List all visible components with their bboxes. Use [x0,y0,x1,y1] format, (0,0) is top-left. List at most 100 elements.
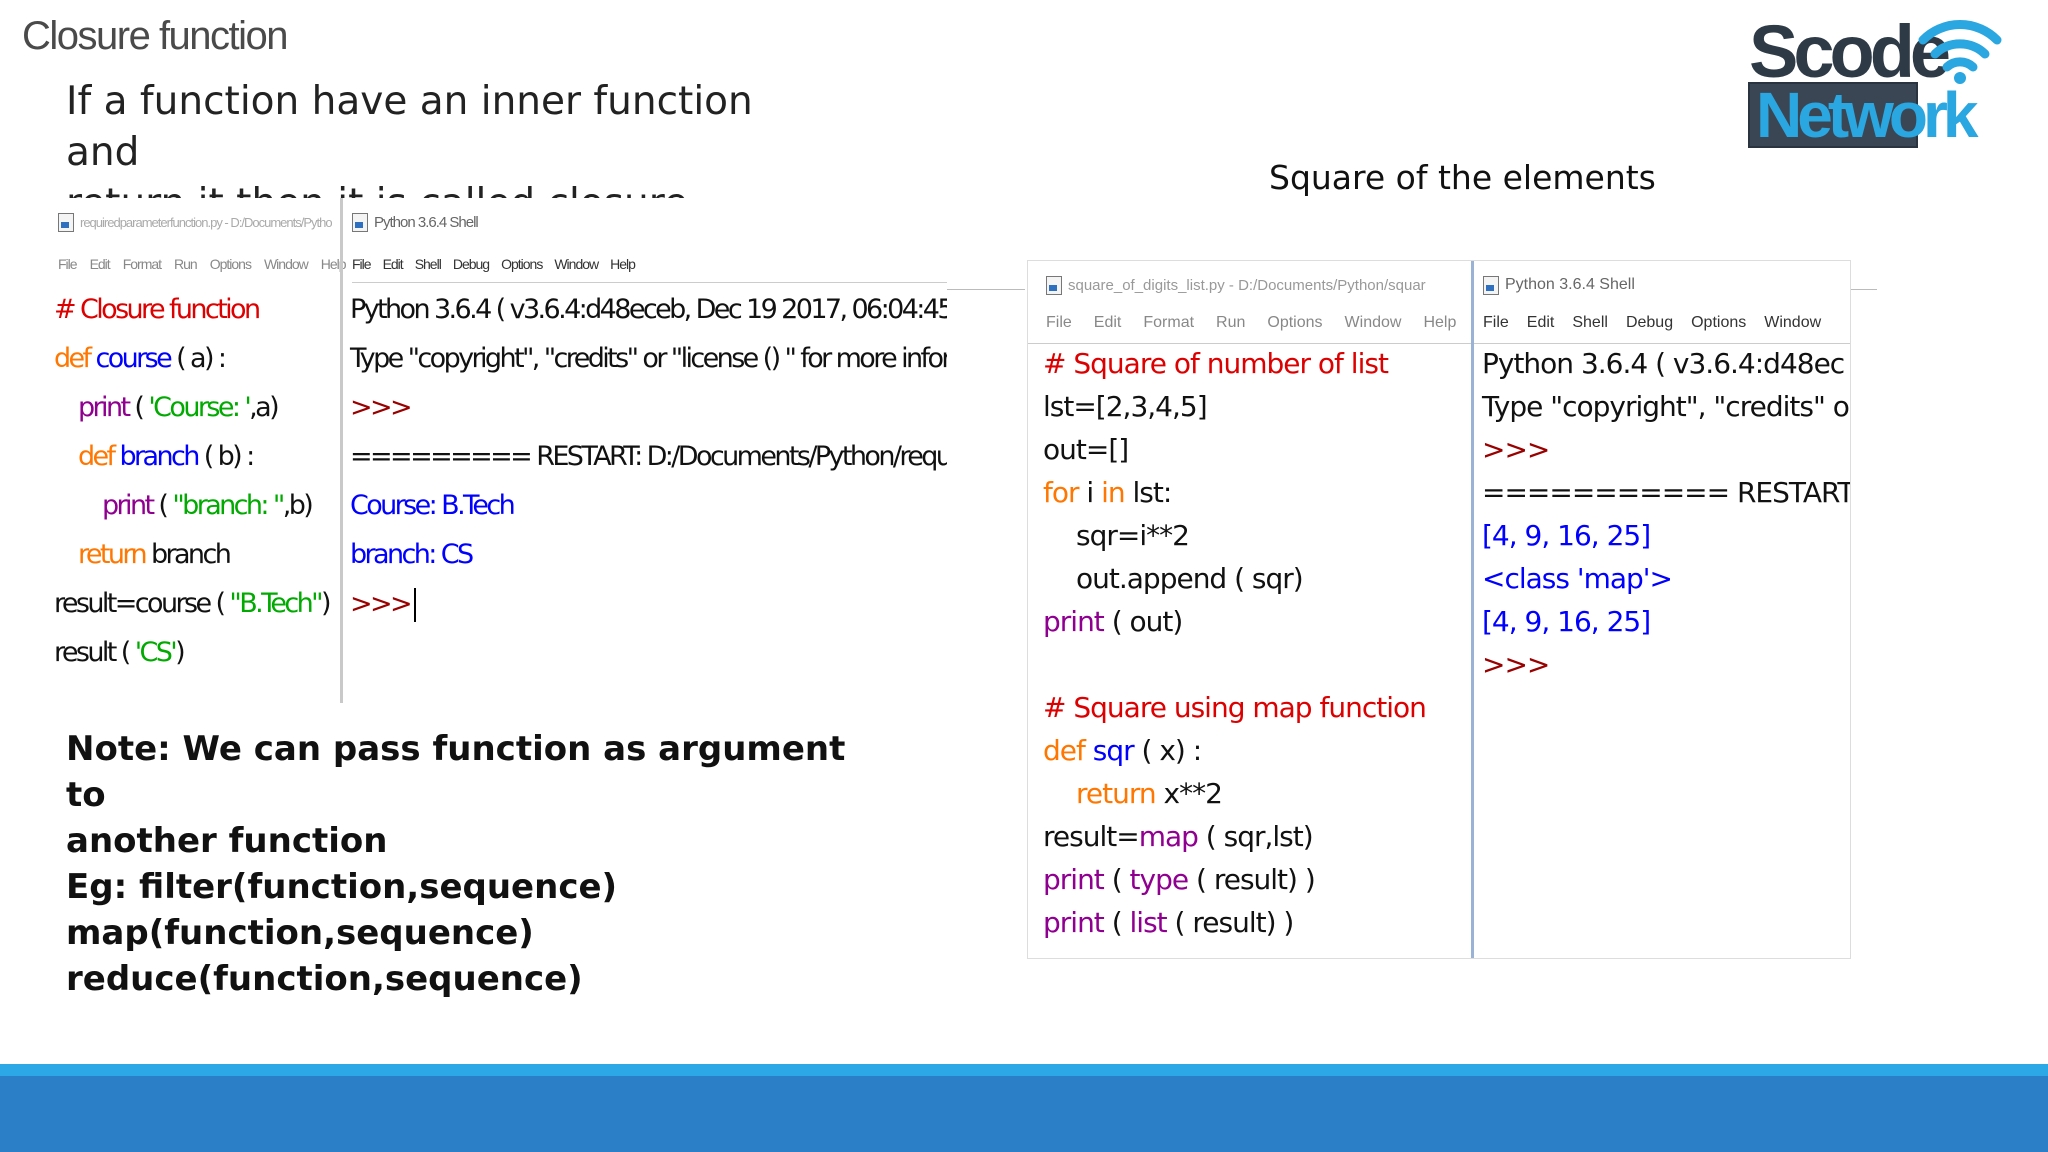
shell-line: Python 3.6.4 ( v3.6.4:d48eceb, Dec 19 20… [350,294,947,325]
editor-title: requiredparameterfunction.py - D:/Docume… [80,214,332,230]
shell-output-line: branch: CS [350,539,474,570]
closure-idle-window: requiredparameterfunction.py - D:/Docume… [52,198,947,703]
menu-shell[interactable]: Shell [415,256,442,272]
menu-options[interactable]: Options [501,256,543,272]
code-line: print ( 'Course: ',a) [78,392,280,423]
menu-options[interactable]: Options [1267,314,1322,332]
code-line: sqr=i**2 [1076,519,1190,552]
menu-separator [1028,343,1850,344]
menu-window[interactable]: Window [554,256,599,272]
menu-edit[interactable]: Edit [383,256,404,272]
shell-menubar: File Edit Shell Debug Options Window [1483,305,1843,341]
shell-line: Type "copyright", "credits" or [1482,390,1851,423]
menu-debug[interactable]: Debug [1626,314,1673,332]
menu-help[interactable]: Help [610,256,636,272]
code-line: print ( list ( result) ) [1043,906,1294,939]
code-line: # Closure function [54,294,261,325]
file-icon [352,212,368,232]
code-line: result ( 'CS') [54,637,186,668]
code-line: result=map ( sqr,lst) [1043,820,1314,853]
menu-help[interactable]: Help [1423,314,1456,332]
shell-title: Python 3.6.4 Shell [1505,276,1635,293]
editor-titlebar: requiredparameterfunction.py - D:/Docume… [58,202,338,242]
shell-prompt: >>> [1482,648,1550,681]
code-line: out=[] [1043,433,1129,466]
code-line: def course ( a) : [54,343,227,374]
code-line: # Square of number of list [1043,347,1389,380]
menu-file[interactable]: File [352,256,372,272]
shell-output-line: <class 'map'> [1482,562,1673,595]
code-line: def sqr ( x) : [1043,734,1202,767]
menu-run[interactable]: Run [1216,314,1245,332]
menu-window[interactable]: Window [264,256,309,272]
logo-bottom-text: Network [1756,79,1978,151]
shell-output-line: [4, 9, 16, 25] [1482,519,1651,552]
menu-options[interactable]: Options [210,256,252,272]
code-line: return branch [78,539,232,570]
shell-menu-separator [352,282,947,283]
editor-menubar: File Edit Format Run Options Window Help [1046,305,1466,341]
editor-titlebar: square_of_digits_list.py - D:/Documents/… [1046,265,1466,305]
menu-edit[interactable]: Edit [90,256,111,272]
code-line: def branch ( b) : [78,441,255,472]
note-line-2: another function [66,821,388,861]
note-line-1: Note: We can pass function as argument t… [66,729,846,815]
code-line: # Square using map function [1043,691,1427,724]
intro-line-1: If a function have an inner function and [66,79,753,175]
text-cursor [414,588,417,622]
examples-list: Eg: filter(function,sequence) map(functi… [66,864,617,1002]
example-reduce: reduce(function,sequence) [66,959,583,999]
code-line: print ( "branch: ",b) [102,490,314,521]
editor-menubar: File Edit Format Run Options Window Help [58,246,347,282]
logo-bottom-box: Network [1748,82,1978,148]
menu-format[interactable]: Format [1143,314,1194,332]
menu-format[interactable]: Format [123,256,162,272]
menu-file[interactable]: File [58,256,78,272]
code-line: print ( out) [1043,605,1183,638]
divider-line [1849,289,1877,290]
wifi-icon [1918,20,2002,84]
menu-run[interactable]: Run [174,256,198,272]
shell-line: Type "copyright", "credits" or "license … [350,343,947,374]
menu-file[interactable]: File [1046,314,1072,332]
pane-divider[interactable] [340,198,343,703]
file-icon [58,212,74,232]
shell-output-line: Course: B.Tech [350,490,516,521]
shell-output-line: [4, 9, 16, 25] [1482,605,1651,638]
code-line: lst=[2,3,4,5] [1043,390,1208,423]
menu-file[interactable]: File [1483,314,1509,332]
slide-title: Closure function [22,14,289,58]
file-icon [1483,275,1499,295]
shell-prompt: >>> [350,392,413,423]
shell-titlebar: Python 3.6.4 Shell [352,202,652,242]
right-caption: Square of the elements [1269,158,1656,197]
menu-options[interactable]: Options [1691,314,1746,332]
code-line: out.append ( sqr) [1076,562,1304,595]
example-map: map(function,sequence) [66,913,534,953]
menu-debug[interactable]: Debug [453,256,490,272]
menu-window[interactable]: Window [1345,314,1402,332]
square-idle-window: square_of_digits_list.py - D:/Documents/… [1027,260,1851,959]
shell-prompt: >>> [350,588,417,622]
shell-line: =========== RESTART: D: [1482,476,1851,509]
shell-titlebar: Python 3.6.4 Shell [1483,265,1843,305]
example-filter: Eg: filter(function,sequence) [66,867,618,907]
code-line: print ( type ( result) ) [1043,863,1316,896]
divider-line [947,289,1025,290]
menu-edit[interactable]: Edit [1527,314,1555,332]
shell-menubar: File Edit Shell Debug Options Window Hel… [352,246,652,282]
menu-window[interactable]: Window [1764,314,1821,332]
code-line: return x**2 [1076,777,1223,810]
editor-title: square_of_digits_list.py - D:/Documents/… [1068,276,1426,294]
pane-divider[interactable] [1471,261,1474,958]
code-line: for i in lst: [1043,476,1172,509]
shell-prompt: >>> [1482,433,1550,466]
footer-band [0,1076,2048,1152]
shell-line: Python 3.6.4 ( v3.6.4:d48ec [1482,347,1845,380]
file-icon [1046,275,1062,295]
code-line: result=course ( "B.Tech") [54,588,332,619]
note-text: Note: We can pass function as argument t… [66,726,856,864]
menu-shell[interactable]: Shell [1572,314,1608,332]
menu-edit[interactable]: Edit [1094,314,1122,332]
shell-line: ========= RESTART: D:/Documents/Python/r… [350,441,947,472]
